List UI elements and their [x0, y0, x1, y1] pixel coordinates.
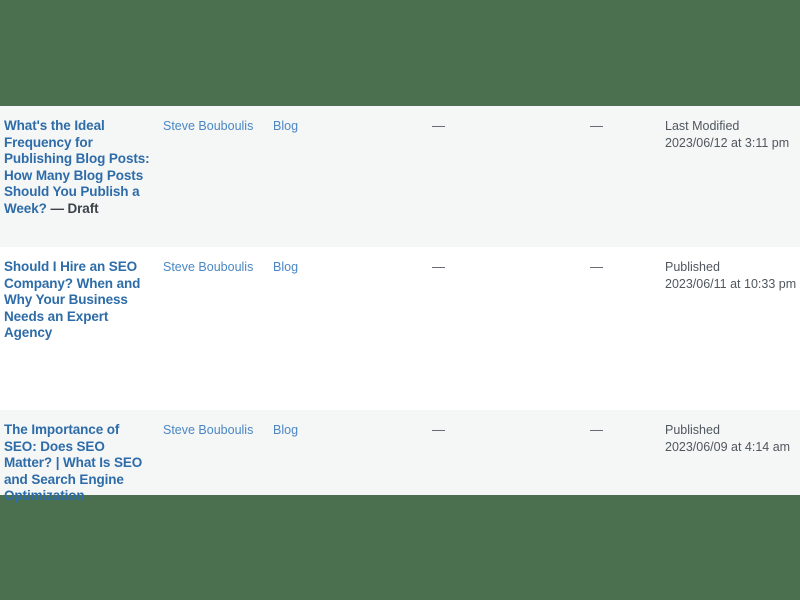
post-date-cell: Published 2023/06/11 at 10:33 pm	[665, 259, 800, 293]
post-date-cell: Last Modified 2023/06/12 at 3:11 pm	[665, 118, 800, 152]
post-date-status: Published	[665, 423, 720, 437]
post-author-link[interactable]: Steve Bouboulis	[163, 259, 263, 276]
post-date-status: Published	[665, 260, 720, 274]
post-status-suffix: — Draft	[50, 200, 99, 216]
table-row[interactable]: The Importance of SEO: Does SEO Matter? …	[0, 410, 800, 503]
post-date-cell: Published 2023/06/09 at 4:14 am	[665, 422, 800, 456]
post-categories-link[interactable]: Blog	[273, 118, 393, 135]
table-row[interactable]: Should I Hire an SEO Company? When and W…	[0, 247, 800, 410]
post-title-link[interactable]: Should I Hire an SEO Company? When and W…	[4, 259, 140, 340]
post-tags-cell: —	[432, 422, 445, 437]
page-root: What's the Ideal Frequency for Publishin…	[0, 0, 800, 600]
post-author-link[interactable]: Steve Bouboulis	[163, 422, 263, 439]
post-comments-cell: —	[590, 259, 603, 274]
post-date-value: 2023/06/12 at 3:11 pm	[665, 136, 790, 150]
post-title-cell: The Importance of SEO: Does SEO Matter? …	[4, 422, 154, 505]
post-comments-cell: —	[590, 118, 603, 133]
post-categories-link[interactable]: Blog	[273, 422, 393, 439]
posts-table: What's the Ideal Frequency for Publishin…	[0, 106, 800, 503]
post-date-status: Last Modified	[665, 119, 740, 133]
post-date-value: 2023/06/11 at 10:33 pm	[665, 277, 797, 291]
post-title-link[interactable]: The Importance of SEO: Does SEO Matter? …	[4, 422, 142, 503]
post-comments-cell: —	[590, 422, 603, 437]
post-tags-cell: —	[432, 118, 445, 133]
post-date-value: 2023/06/09 at 4:14 am	[665, 440, 791, 454]
table-row[interactable]: What's the Ideal Frequency for Publishin…	[0, 106, 800, 247]
post-title-cell: Should I Hire an SEO Company? When and W…	[4, 259, 154, 342]
post-categories-link[interactable]: Blog	[273, 259, 393, 276]
post-title-cell: What's the Ideal Frequency for Publishin…	[4, 118, 154, 217]
post-tags-cell: —	[432, 259, 445, 274]
post-author-link[interactable]: Steve Bouboulis	[163, 118, 263, 135]
